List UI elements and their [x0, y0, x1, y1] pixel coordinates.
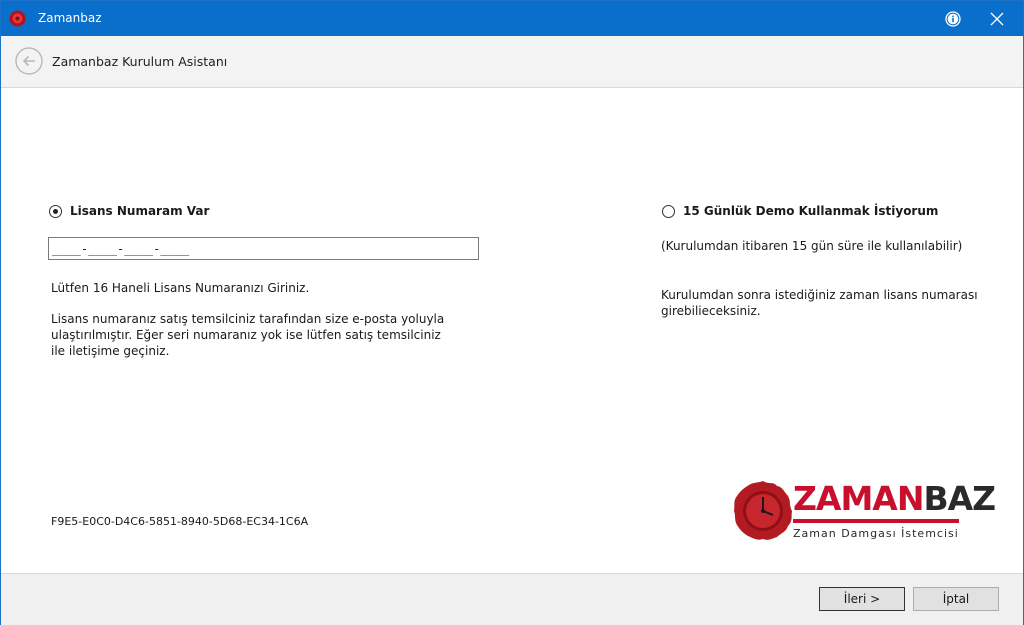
wizard-title: Zamanbaz Kurulum Asistanı: [52, 54, 228, 69]
logo-tagline: Zaman Damgası İstemcisi: [793, 527, 959, 540]
license-option-label[interactable]: Lisans Numaram Var: [70, 204, 209, 218]
license-number-input[interactable]: ____-____-____-____: [48, 237, 479, 260]
demo-radio[interactable]: [662, 205, 675, 218]
title-bar: Zamanbaz: [1, 1, 1023, 36]
close-button[interactable]: [985, 7, 1009, 31]
logo-name-part-2: BAZ: [923, 479, 996, 518]
radio-selected-dot: [53, 209, 58, 214]
wizard-footer: İleri > İptal: [1, 573, 1023, 625]
license-note-line-1: Lisans numaranız satış temsilciniz taraf…: [51, 312, 445, 326]
next-button[interactable]: İleri >: [819, 587, 905, 611]
demo-subtitle: (Kurulumdan itibaren 15 gün süre ile kul…: [661, 239, 963, 253]
machine-id: F9E5-E0C0-D4C6-5851-8940-5D68-EC34-1C6A: [51, 515, 309, 528]
installer-window: Zamanbaz Zamanbaz Kurulum Asistanı Lisan…: [0, 0, 1024, 625]
license-note-line-3: ile iletişime geçiniz.: [51, 344, 170, 358]
zamanbaz-logo: ZAMANBAZ Zaman Damgası İstemcisi: [731, 479, 996, 543]
demo-option-label[interactable]: 15 Günlük Demo Kullanmak İstiyorum: [683, 204, 938, 218]
license-note-line-2: ulaştırılmıştır. Eğer seri numaranız yok…: [51, 328, 441, 342]
wax-seal-clock-icon: [734, 481, 792, 540]
wizard-header: Zamanbaz Kurulum Asistanı: [1, 36, 1023, 88]
demo-note-line-2: girebilieceksiniz.: [661, 304, 761, 318]
app-logo-icon: [9, 10, 26, 27]
license-instruction: Lütfen 16 Haneli Lisans Numaranızı Girin…: [51, 281, 310, 295]
logo-name-part-1: ZAMAN: [793, 479, 924, 518]
info-button[interactable]: [941, 7, 965, 31]
back-arrow-button[interactable]: [15, 47, 43, 75]
logo-underline: [793, 519, 959, 523]
info-icon: [945, 11, 961, 27]
close-icon: [990, 12, 1004, 26]
cancel-button[interactable]: İptal: [913, 587, 999, 611]
logo-wordmark: ZAMANBAZ: [793, 479, 996, 518]
license-radio[interactable]: [49, 205, 62, 218]
window-title: Zamanbaz: [38, 11, 102, 25]
demo-note-line-1: Kurulumdan sonra istediğiniz zaman lisan…: [661, 288, 978, 302]
